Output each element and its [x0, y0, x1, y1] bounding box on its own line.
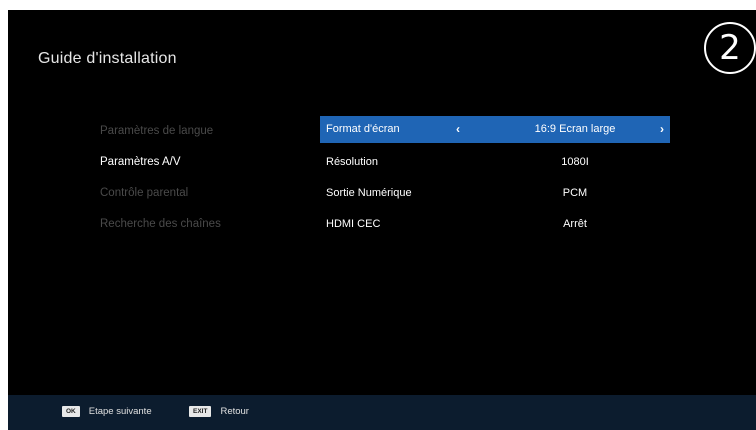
chevron-left-icon[interactable]: ‹ [456, 116, 460, 143]
chevron-right-icon[interactable]: › [660, 116, 664, 143]
setting-value: 16:9 Ecran large [534, 123, 616, 135]
ok-key-icon: OK [62, 406, 80, 417]
menu-item-language-settings[interactable]: Paramètres de langue [100, 116, 320, 147]
setup-steps-menu: Paramètres de langue Paramètres A/V Cont… [100, 116, 320, 240]
setting-label: Sortie Numérique [326, 187, 412, 199]
menu-item-channel-search[interactable]: Recherche des chaînes [100, 209, 320, 240]
setting-row-hdmi-cec[interactable]: HDMI CEC Arrêt [320, 209, 670, 240]
tv-screen: Guide d'installation 2 Paramètres de lan… [8, 10, 756, 430]
hint-label: Retour [220, 406, 249, 417]
setting-label: Format d'écran [326, 123, 400, 135]
setting-value: Arrêt [563, 218, 587, 230]
setting-row-digital-output[interactable]: Sortie Numérique PCM [320, 178, 670, 209]
step-number-badge: 2 [704, 22, 756, 74]
setting-value: PCM [562, 187, 588, 199]
footer-hint-bar: OK Etape suivante EXIT Retour [8, 395, 756, 430]
hint-next-step: OK Etape suivante [62, 406, 152, 417]
hint-label: Etape suivante [88, 406, 152, 417]
page-title: Guide d'installation [38, 50, 177, 67]
menu-item-parental-control[interactable]: Contrôle parental [100, 178, 320, 209]
hint-back: EXIT Retour [189, 406, 249, 417]
setting-row-screen-format[interactable]: Format d'écran ‹ 16:9 Ecran large › [320, 116, 670, 143]
exit-key-icon: EXIT [189, 406, 212, 417]
setting-label: HDMI CEC [326, 218, 381, 230]
setting-label: Résolution [326, 156, 378, 168]
setting-row-resolution[interactable]: Résolution 1080I [320, 147, 670, 178]
menu-item-av-settings[interactable]: Paramètres A/V [100, 147, 320, 178]
setting-value: 1080I [561, 156, 589, 168]
av-settings-list: Format d'écran ‹ 16:9 Ecran large › Réso… [320, 116, 670, 240]
